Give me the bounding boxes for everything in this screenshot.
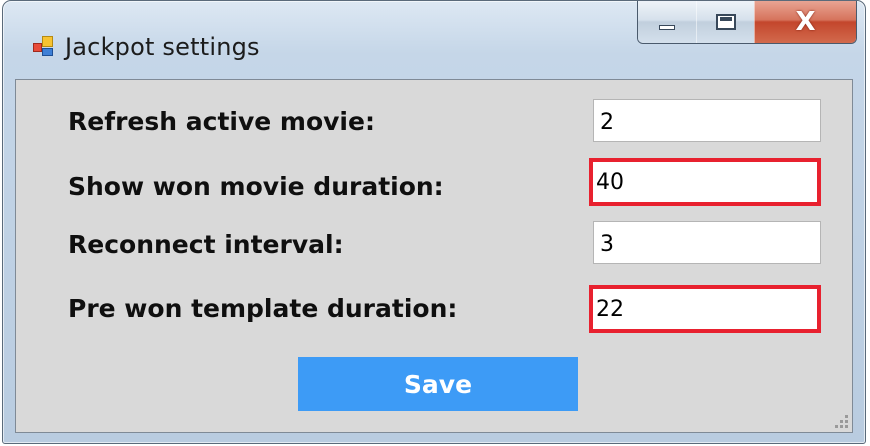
maximize-icon <box>715 14 736 30</box>
maximize-button[interactable] <box>696 1 754 43</box>
app-icon <box>33 36 55 58</box>
minimize-icon <box>659 24 675 30</box>
minimize-button[interactable] <box>638 1 696 43</box>
settings-window: Jackpot settings X Refresh active movie:… <box>2 0 866 444</box>
window-controls: X <box>637 1 857 44</box>
save-button[interactable]: Save <box>298 357 578 411</box>
refresh-active-movie-label: Refresh active movie: <box>68 107 375 136</box>
resize-grip-icon[interactable] <box>834 414 848 428</box>
show-won-movie-duration-input[interactable] <box>589 158 821 206</box>
reconnect-interval-input[interactable] <box>593 221 821 264</box>
close-icon: X <box>795 7 816 37</box>
pre-won-template-duration-input[interactable] <box>589 285 821 333</box>
close-button[interactable]: X <box>754 1 856 43</box>
show-won-movie-duration-label: Show won movie duration: <box>68 172 444 201</box>
title-bar[interactable]: Jackpot settings X <box>3 1 865 79</box>
settings-form: Refresh active movie: Show won movie dur… <box>15 79 853 433</box>
window-title: Jackpot settings <box>65 33 260 61</box>
pre-won-template-duration-label: Pre won template duration: <box>68 294 458 323</box>
reconnect-interval-label: Reconnect interval: <box>68 230 344 259</box>
refresh-active-movie-input[interactable] <box>593 99 821 142</box>
